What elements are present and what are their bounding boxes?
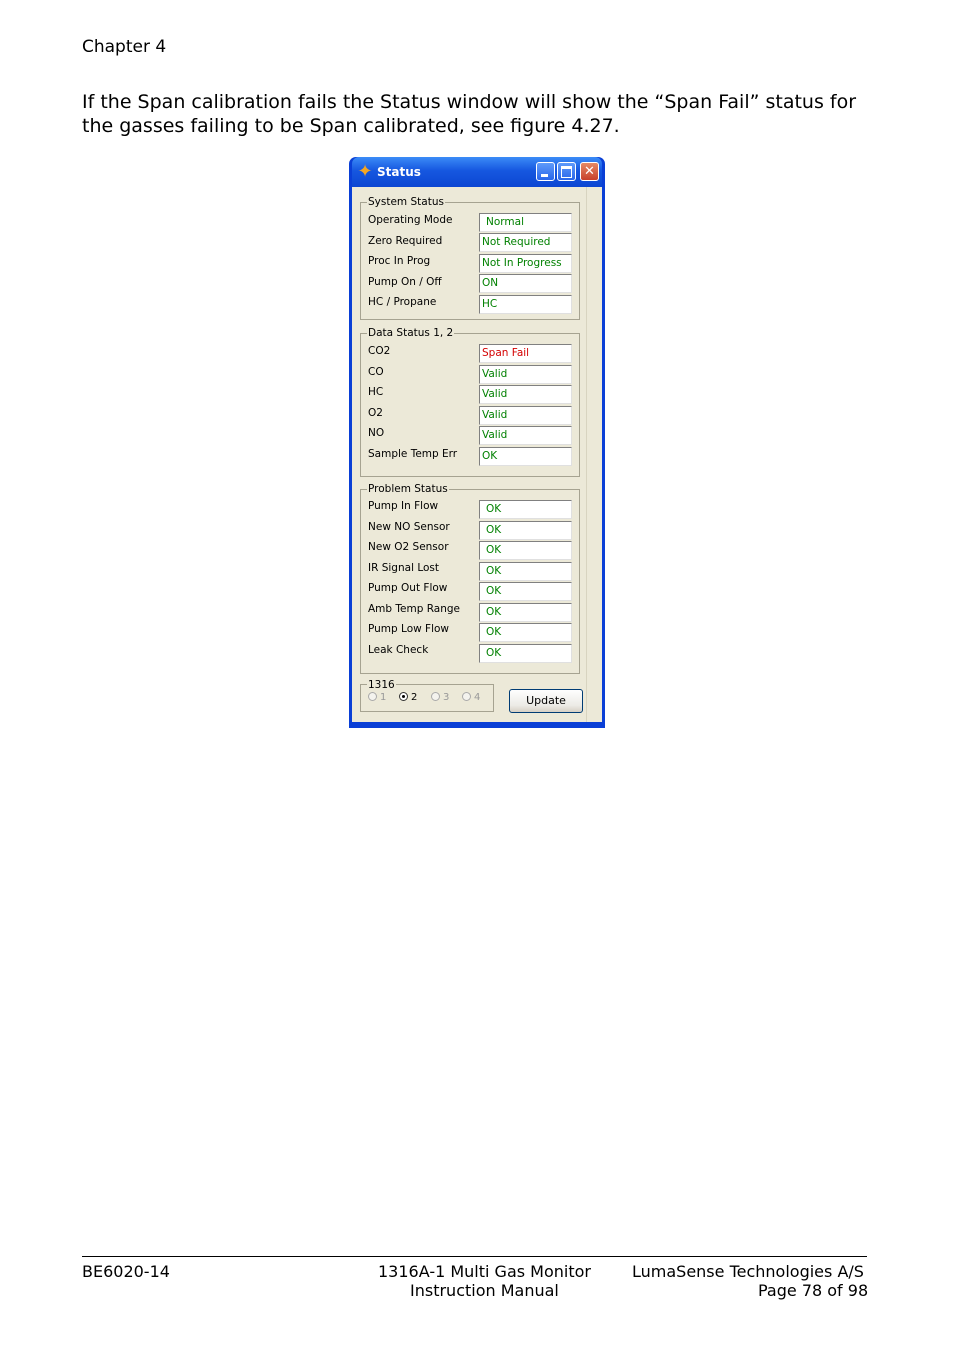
status-window: ✦ Status ✕ System Status Operating Mode … xyxy=(349,157,605,728)
problem-status-group: Problem Status Pump In Flow OK New NO Se… xyxy=(360,483,580,674)
intro-paragraph: If the Span calibration fails the Status… xyxy=(82,91,857,137)
radio-channel-3[interactable]: 3 xyxy=(431,692,449,703)
radio-channel-4[interactable]: 4 xyxy=(462,692,480,703)
status-field: Span Fail xyxy=(479,344,572,363)
close-icon: ✕ xyxy=(584,164,595,179)
row-label: HC xyxy=(368,386,384,398)
radio-icon xyxy=(431,692,440,701)
row-label: NO xyxy=(368,427,385,439)
status-field: Valid xyxy=(479,385,572,404)
window-client: System Status Operating Mode Normal Zero… xyxy=(352,187,602,722)
status-field: OK xyxy=(479,562,572,581)
row-label: Proc In Prog xyxy=(368,255,431,267)
status-field: ON xyxy=(479,274,572,293)
system-status-group: System Status Operating Mode Normal Zero… xyxy=(360,196,580,320)
status-field: Normal xyxy=(479,213,572,232)
radio-selected-icon xyxy=(399,692,408,701)
data-status-group: Data Status 1, 2 CO2 Span Fail CO Valid … xyxy=(360,327,580,477)
group-legend: 1316 xyxy=(367,679,396,691)
row-label: Sample Temp Err xyxy=(368,448,458,460)
status-field: OK xyxy=(479,500,572,519)
footer-divider xyxy=(82,1256,867,1257)
radio-channel-2[interactable]: 2 xyxy=(399,692,417,703)
window-title: Status xyxy=(377,165,421,179)
status-field: OK xyxy=(479,582,572,601)
status-field: Not In Progress xyxy=(479,254,572,273)
status-field: OK xyxy=(479,541,572,560)
row-label: Leak Check xyxy=(368,644,429,656)
status-field: HC xyxy=(479,295,572,314)
row-label: Pump In Flow xyxy=(368,500,439,512)
title-bar[interactable]: ✦ Status ✕ xyxy=(352,157,602,187)
update-button[interactable]: Update xyxy=(509,689,583,713)
close-button[interactable]: ✕ xyxy=(580,162,599,181)
channel-group: 1316 1 2 3 4 xyxy=(360,679,494,712)
row-label: O2 xyxy=(368,407,383,419)
radio-channel-1[interactable]: 1 xyxy=(368,692,386,703)
group-legend: Problem Status xyxy=(367,483,449,495)
radio-icon xyxy=(368,692,377,701)
footer-doc-id: BE6020-14 xyxy=(82,1262,170,1281)
row-label: HC / Propane xyxy=(368,296,437,308)
row-label: Pump Out Flow xyxy=(368,582,448,594)
row-label: Operating Mode xyxy=(368,214,453,226)
status-field: OK xyxy=(479,644,572,663)
radio-icon xyxy=(462,692,471,701)
group-legend: System Status xyxy=(367,196,445,208)
footer-page-number: Page 78 of 98 xyxy=(758,1281,869,1300)
row-label: New NO Sensor xyxy=(368,521,450,533)
row-label: Amb Temp Range xyxy=(368,603,461,615)
chapter-header: Chapter 4 xyxy=(82,37,167,57)
footer-company: LumaSense Technologies A/S xyxy=(632,1262,864,1281)
minimize-button[interactable] xyxy=(536,162,555,181)
status-field: Valid xyxy=(479,426,572,445)
status-field: OK xyxy=(479,623,572,642)
row-label: New O2 Sensor xyxy=(368,541,449,553)
status-field: Valid xyxy=(479,365,572,384)
row-label: Zero Required xyxy=(368,235,443,247)
maximize-button[interactable] xyxy=(557,162,576,181)
status-field: OK xyxy=(479,603,572,622)
status-field: Not Required xyxy=(479,233,572,252)
row-label: Pump On / Off xyxy=(368,276,442,288)
status-field: OK xyxy=(479,521,572,540)
row-label: CO xyxy=(368,366,384,378)
row-label: Pump Low Flow xyxy=(368,623,450,635)
sparkle-icon: ✦ xyxy=(357,161,373,182)
footer-product: 1316A-1 Multi Gas Monitor xyxy=(378,1262,591,1281)
footer-manual: Instruction Manual xyxy=(410,1281,559,1300)
group-legend: Data Status 1, 2 xyxy=(367,327,455,339)
status-field: Valid xyxy=(479,406,572,425)
row-label: IR Signal Lost xyxy=(368,562,439,574)
status-field: OK xyxy=(479,447,572,466)
scrollbar[interactable] xyxy=(586,187,602,722)
row-label: CO2 xyxy=(368,345,391,357)
